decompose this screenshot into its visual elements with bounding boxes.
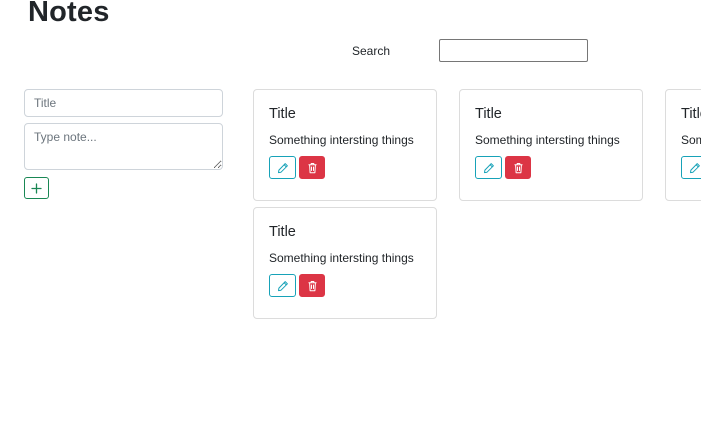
note-body: Something intersting things xyxy=(269,251,414,265)
note-title: Title xyxy=(269,224,296,240)
note-card: Title Something intersting things xyxy=(253,89,437,201)
note-title: Title xyxy=(269,106,296,122)
pencil-icon xyxy=(277,162,289,174)
edit-note-button[interactable] xyxy=(269,156,296,179)
pencil-icon xyxy=(483,162,495,174)
pencil-icon xyxy=(277,280,289,292)
note-title: Title xyxy=(681,106,701,122)
edit-note-button[interactable] xyxy=(681,156,701,179)
page-title: Notes xyxy=(28,0,110,28)
notes-app: Notes Search Title Something intersting … xyxy=(0,0,701,437)
delete-note-button[interactable] xyxy=(505,156,531,179)
note-body: Something intersting things xyxy=(681,133,701,147)
trash-icon xyxy=(307,162,318,174)
plus-icon xyxy=(31,182,42,194)
note-body: Something intersting things xyxy=(269,133,414,147)
note-card: Title Something intersting things xyxy=(665,89,701,201)
new-note-form xyxy=(24,89,223,199)
pencil-icon xyxy=(689,162,701,174)
search-input[interactable] xyxy=(439,39,588,62)
note-actions xyxy=(475,156,627,179)
note-card: Title Something intersting things xyxy=(459,89,643,201)
trash-icon xyxy=(307,280,318,292)
delete-note-button[interactable] xyxy=(299,274,325,297)
delete-note-button[interactable] xyxy=(299,156,325,179)
edit-note-button[interactable] xyxy=(269,274,296,297)
note-actions xyxy=(269,274,421,297)
note-title-input[interactable] xyxy=(24,89,223,117)
add-note-button[interactable] xyxy=(24,177,49,199)
trash-icon xyxy=(513,162,524,174)
note-text-input[interactable] xyxy=(24,123,223,170)
note-card: Title Something intersting things xyxy=(253,207,437,319)
note-actions xyxy=(269,156,421,179)
search-label: Search xyxy=(352,44,391,58)
note-body: Something intersting things xyxy=(475,133,620,147)
note-actions xyxy=(681,156,701,179)
edit-note-button[interactable] xyxy=(475,156,502,179)
note-title: Title xyxy=(475,106,502,122)
